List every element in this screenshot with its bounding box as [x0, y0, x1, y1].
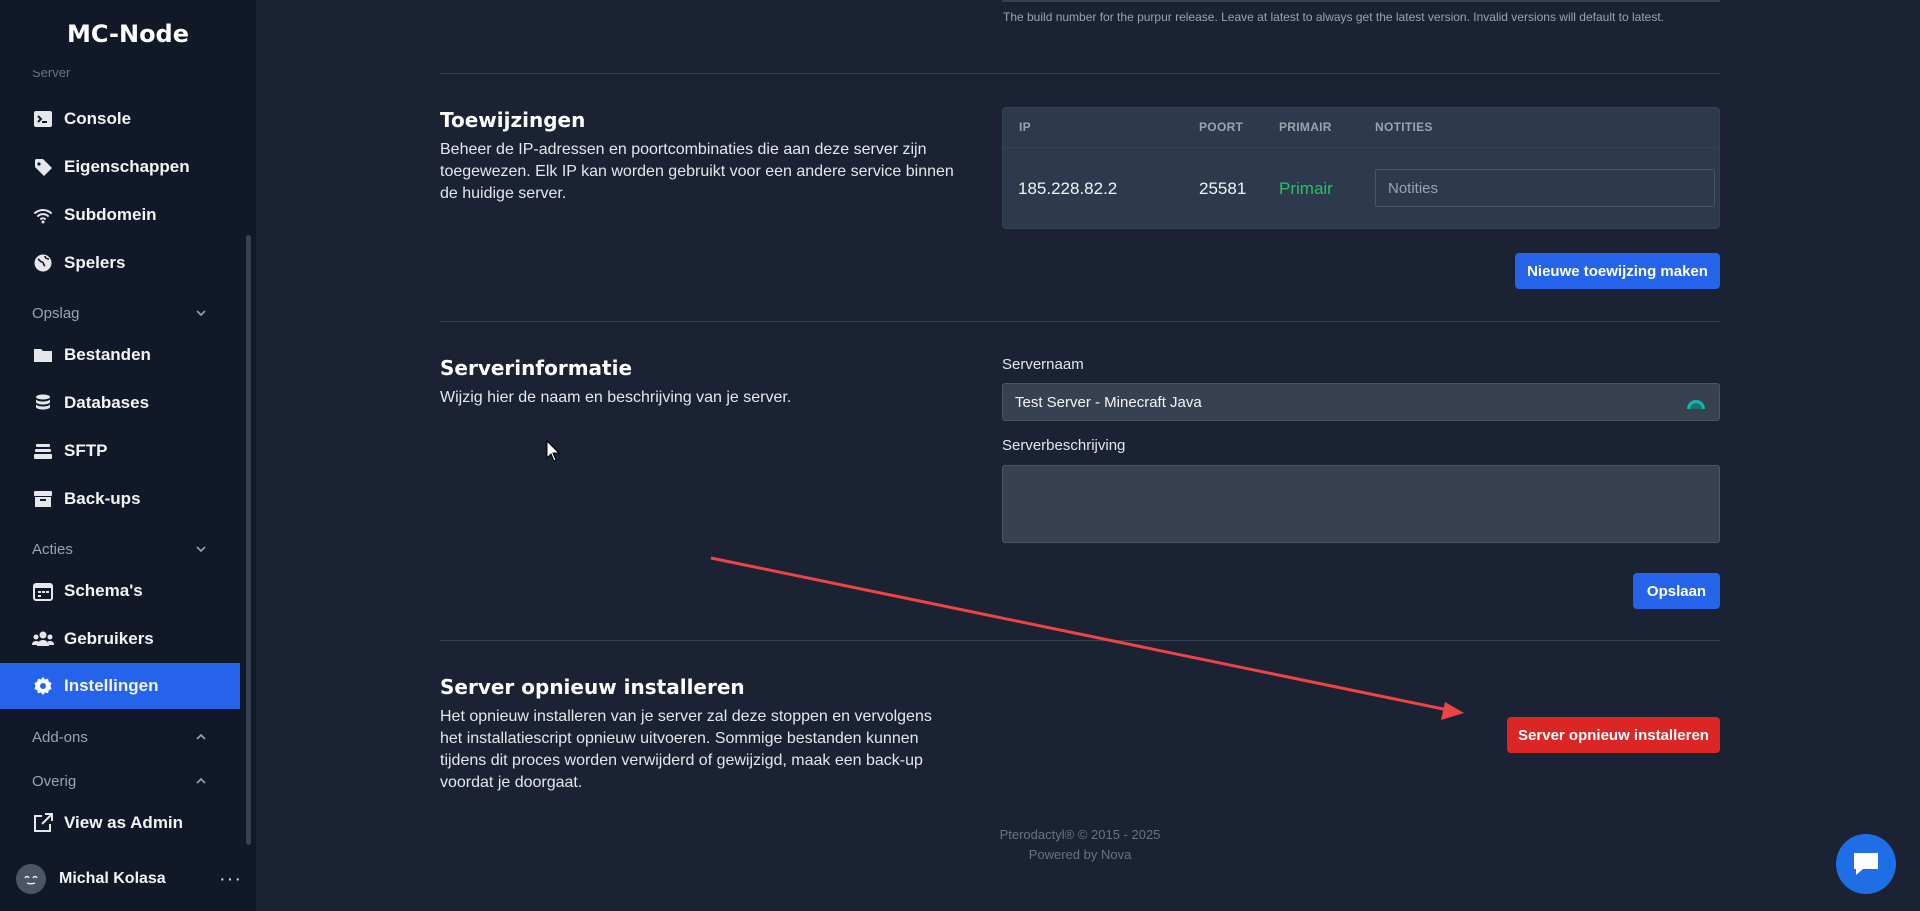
- sidebar-item-gebruikers[interactable]: Gebruikers: [0, 616, 240, 662]
- sidebar-item-label: Spelers: [64, 253, 126, 272]
- reinstall-description: Het opnieuw installeren van je server za…: [440, 708, 932, 791]
- sidebar-item-label: Bestanden: [64, 345, 151, 364]
- sidebar-item-label: Eigenschappen: [64, 157, 190, 176]
- sidebar-item-label: SFTP: [64, 441, 108, 460]
- allocations-description: Beheer de IP-adressen en poortcombinatie…: [440, 141, 954, 202]
- column-header-port: POORT: [1199, 120, 1244, 134]
- chat-icon: [1854, 853, 1878, 875]
- divider: [440, 321, 1720, 322]
- globe-icon: [32, 252, 54, 274]
- chat-button[interactable]: [1836, 834, 1896, 894]
- user-name: Michal Kolasa: [59, 870, 166, 887]
- server-info-title: Serverinformatie: [440, 356, 633, 380]
- sidebar-item-label: Gebruikers: [64, 629, 154, 648]
- allocations-table: IP POORT PRIMAIR NOTITIES 185.228.82.2 2…: [1002, 107, 1720, 229]
- sidebar-item-console[interactable]: Console: [0, 96, 240, 142]
- reinstall-server-button[interactable]: Server opnieuw installeren: [1507, 717, 1720, 753]
- stack-icon: [32, 440, 54, 462]
- gear-icon: [32, 675, 54, 697]
- server-description-label: Serverbeschrijving: [1002, 437, 1126, 454]
- archive-icon: [32, 488, 54, 510]
- column-header-notes: NOTITIES: [1375, 120, 1433, 134]
- sidebar-item-spelers[interactable]: Spelers: [0, 240, 240, 286]
- sidebar-group-opslag[interactable]: Opslag: [32, 302, 208, 324]
- column-header-ip: IP: [1019, 120, 1031, 134]
- sidebar: MC-Node Server Console Eigenschappen Sub…: [0, 0, 256, 911]
- allocation-primary-badge: Primair: [1279, 179, 1333, 198]
- server-description-field[interactable]: [1002, 465, 1720, 543]
- sidebar-item-label: Databases: [64, 393, 150, 412]
- users-icon: [32, 628, 54, 650]
- sidebar-item-schemas[interactable]: Schema's: [0, 568, 240, 614]
- sidebar-item-back-ups[interactable]: Back-ups: [0, 476, 240, 522]
- server-info-description: Wijzig hier de naam en beschrijving van …: [440, 389, 792, 406]
- allocation-notes-input[interactable]: [1375, 169, 1715, 207]
- reinstall-title: Server opnieuw installeren: [440, 675, 745, 699]
- sidebar-item-bestanden[interactable]: Bestanden: [0, 332, 240, 378]
- sidebar-group-addons[interactable]: Add-ons: [32, 726, 208, 748]
- avatar: [16, 864, 46, 894]
- password-manager-icon[interactable]: [1686, 394, 1706, 410]
- sidebar-item-label: Subdomein: [64, 205, 157, 224]
- sidebar-item-databases[interactable]: Databases: [0, 380, 240, 426]
- sidebar-item-view-as-admin[interactable]: View as Admin: [0, 800, 240, 846]
- sidebar-group-overig[interactable]: Overig: [32, 770, 208, 792]
- sidebar-item-instellingen[interactable]: Instellingen: [0, 663, 240, 709]
- user-menu[interactable]: Michal Kolasa ···: [16, 862, 242, 896]
- allocation-ip: 185.228.82.2: [1018, 179, 1118, 198]
- brand-logo[interactable]: MC-Node: [0, 20, 256, 48]
- mouse-cursor-icon: [546, 440, 560, 462]
- footer-copyright: Pterodactyl® © 2015 - 2025: [999, 827, 1161, 842]
- new-allocation-button[interactable]: Nieuwe toewijzing maken: [1515, 253, 1720, 289]
- sidebar-item-eigenschappen[interactable]: Eigenschappen: [0, 144, 240, 190]
- build-number-hint: The build number for the purpur release.…: [1003, 10, 1665, 24]
- divider: [440, 73, 1720, 74]
- server-name-label: Servernaam: [1002, 356, 1084, 373]
- chevron-up-icon: [196, 777, 206, 784]
- sidebar-item-label: Console: [64, 109, 132, 128]
- save-button[interactable]: Opslaan: [1633, 573, 1720, 609]
- sidebar-item-label: View as Admin: [64, 813, 184, 832]
- column-header-primary: PRIMAIR: [1279, 120, 1332, 134]
- chevron-down-icon: [196, 546, 206, 553]
- sidebar-group-acties[interactable]: Acties: [32, 538, 208, 560]
- more-icon[interactable]: ···: [219, 868, 242, 891]
- build-number-input-edge[interactable]: [1002, 0, 1720, 2]
- terminal-icon: [32, 108, 54, 130]
- calendar-icon: [32, 580, 54, 602]
- wifi-icon: [32, 204, 54, 226]
- external-link-icon: [32, 812, 54, 834]
- sidebar-scrollbar[interactable]: [246, 235, 251, 845]
- allocation-port: 25581: [1199, 179, 1247, 198]
- database-icon: [32, 392, 54, 414]
- sidebar-item-label: Instellingen: [64, 676, 159, 695]
- sidebar-heading-server: Server: [32, 70, 71, 79]
- tag-icon: [32, 156, 54, 178]
- sidebar-item-label: Schema's: [64, 581, 143, 600]
- chevron-down-icon: [196, 310, 206, 317]
- sidebar-item-subdomein[interactable]: Subdomein: [0, 192, 240, 238]
- sidebar-item-label: Back-ups: [64, 489, 141, 508]
- server-name-field[interactable]: [1002, 383, 1720, 421]
- allocations-title: Toewijzingen: [440, 108, 586, 132]
- sidebar-item-sftp[interactable]: SFTP: [0, 428, 240, 474]
- footer-powered-by: Powered by Nova: [1028, 847, 1132, 862]
- chevron-up-icon: [196, 733, 206, 740]
- table-header: [1003, 108, 1719, 148]
- folder-icon: [32, 344, 54, 366]
- divider: [440, 640, 1720, 641]
